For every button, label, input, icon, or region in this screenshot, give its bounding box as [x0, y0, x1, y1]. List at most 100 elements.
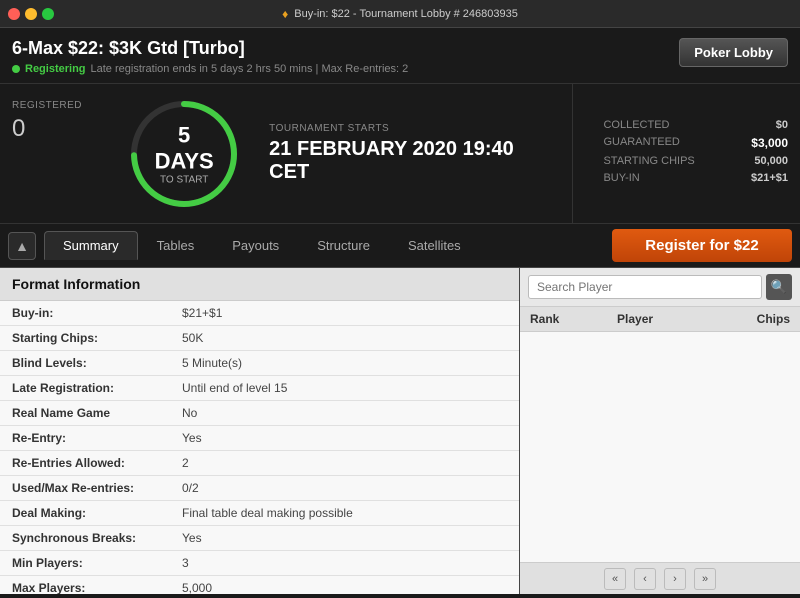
stat-guaranteed: GUARANTEED $3,000	[603, 136, 788, 150]
title-bar-text: Buy-in: $22 - Tournament Lobby # 2468039…	[294, 8, 518, 20]
tab-summary[interactable]: Summary	[44, 231, 138, 260]
format-info-table: Buy-in:$21+$1Starting Chips:50KBlind Lev…	[0, 301, 519, 594]
row-key: Synchronous Breaks:	[0, 526, 170, 551]
row-key: Real Name Game	[0, 401, 170, 426]
row-key: Min Players:	[0, 551, 170, 576]
header-status: Registering Late registration ends in 5 …	[12, 63, 408, 75]
stat-collected: COLLECTED $0	[603, 119, 788, 131]
first-page-button[interactable]: «	[604, 568, 626, 590]
row-value: Until end of level 15	[170, 376, 519, 401]
search-button[interactable]: 🔍	[766, 274, 792, 300]
row-key: Re-Entries Allowed:	[0, 451, 170, 476]
table-row: Synchronous Breaks:Yes	[0, 526, 519, 551]
timer-to-start: TO START	[155, 174, 214, 185]
row-key: Used/Max Re-entries:	[0, 476, 170, 501]
collected-value: $0	[776, 119, 788, 131]
last-page-button[interactable]: »	[694, 568, 716, 590]
poker-lobby-button[interactable]: Poker Lobby	[679, 38, 788, 67]
window-controls	[8, 8, 54, 20]
minimize-button[interactable]	[25, 8, 37, 20]
next-page-button[interactable]: ›	[664, 568, 686, 590]
stat-starting-chips: STARTING CHIPS 50,000	[603, 155, 788, 167]
row-key: Blind Levels:	[0, 351, 170, 376]
table-row: Buy-in:$21+$1	[0, 301, 519, 326]
guaranteed-value: $3,000	[751, 136, 788, 150]
register-button[interactable]: Register for $22	[612, 229, 792, 262]
row-value: 5 Minute(s)	[170, 351, 519, 376]
tournament-starts: TOURNAMENT STARTS 21 FEBRUARY 2020 19:40…	[269, 84, 552, 223]
search-input[interactable]	[528, 275, 762, 299]
timer-circle: 5 DAYS TO START	[129, 99, 239, 209]
row-key: Deal Making:	[0, 501, 170, 526]
right-panel: 🔍 Rank Player Chips « ‹ › »	[520, 268, 800, 594]
format-info-header: Format Information	[0, 268, 519, 301]
table-row: Re-Entry:Yes	[0, 426, 519, 451]
tab-satellites[interactable]: Satellites	[389, 231, 480, 260]
table-row: Blind Levels:5 Minute(s)	[0, 351, 519, 376]
tournament-starts-label: TOURNAMENT STARTS	[269, 123, 552, 134]
table-row: Re-Entries Allowed:2	[0, 451, 519, 476]
timer-days: 5 DAYS	[155, 122, 214, 174]
tab-structure[interactable]: Structure	[298, 231, 389, 260]
status-dot	[12, 65, 20, 73]
rank-column-header: Rank	[520, 307, 607, 332]
row-value: No	[170, 401, 519, 426]
row-value: Yes	[170, 526, 519, 551]
main-header: 6-Max $22: $3K Gtd [Turbo] Registering L…	[0, 28, 800, 84]
table-row: Starting Chips:50K	[0, 326, 519, 351]
tab-register-row: ▲ Summary Tables Payouts Structure Satel…	[0, 224, 800, 268]
row-value: 2	[170, 451, 519, 476]
row-key: Max Players:	[0, 576, 170, 595]
main-content: Format Information Buy-in:$21+$1Starting…	[0, 268, 800, 594]
collapse-button[interactable]: ▲	[8, 232, 36, 260]
prev-page-button[interactable]: ‹	[634, 568, 656, 590]
tournament-date: 21 FEBRUARY 2020 19:40 CET	[269, 138, 552, 184]
table-row: Late Registration:Until end of level 15	[0, 376, 519, 401]
table-row: Deal Making:Final table deal making poss…	[0, 501, 519, 526]
registered-label: REGISTERED	[12, 100, 129, 111]
table-row: Used/Max Re-entries:0/2	[0, 476, 519, 501]
search-bar: 🔍	[520, 268, 800, 307]
row-value: Yes	[170, 426, 519, 451]
player-list-area	[520, 332, 800, 562]
row-key: Starting Chips:	[0, 326, 170, 351]
timer-text: 5 DAYS TO START	[155, 122, 214, 185]
chips-column-header: Chips	[706, 307, 800, 332]
status-detail: Late registration ends in 5 days 2 hrs 5…	[91, 63, 409, 75]
tournament-info: REGISTERED 0 5 DAYS TO START TOURNAMENT …	[0, 84, 800, 224]
stat-buyin: BUY-IN $21+$1	[603, 172, 788, 184]
pagination-bar: « ‹ › »	[520, 562, 800, 594]
left-panel: Format Information Buy-in:$21+$1Starting…	[0, 268, 520, 594]
row-key: Late Registration:	[0, 376, 170, 401]
row-value: 3	[170, 551, 519, 576]
tab-payouts[interactable]: Payouts	[213, 231, 298, 260]
title-bar: ♦ Buy-in: $22 - Tournament Lobby # 24680…	[0, 0, 800, 28]
header-left: 6-Max $22: $3K Gtd [Turbo] Registering L…	[12, 38, 408, 75]
buyin-value: $21+$1	[751, 172, 788, 184]
timer-section: 5 DAYS TO START	[129, 84, 239, 223]
registered-section: REGISTERED 0	[12, 84, 129, 223]
player-column-header: Player	[607, 307, 706, 332]
registered-count: 0	[12, 115, 129, 143]
starting-chips-label: STARTING CHIPS	[603, 155, 694, 167]
status-label: Registering	[25, 63, 86, 75]
player-table: Rank Player Chips	[520, 307, 800, 332]
buyin-label: BUY-IN	[603, 172, 639, 184]
table-row: Min Players:3	[0, 551, 519, 576]
close-button[interactable]	[8, 8, 20, 20]
row-value: $21+$1	[170, 301, 519, 326]
table-row: Real Name GameNo	[0, 401, 519, 426]
tournament-name: 6-Max $22: $3K Gtd [Turbo]	[12, 38, 408, 59]
tab-tables[interactable]: Tables	[138, 231, 214, 260]
collected-label: COLLECTED	[603, 119, 669, 131]
maximize-button[interactable]	[42, 8, 54, 20]
title-bar-icon: ♦	[282, 7, 288, 21]
row-value: 50K	[170, 326, 519, 351]
row-value: 0/2	[170, 476, 519, 501]
row-value: Final table deal making possible	[170, 501, 519, 526]
table-row: Max Players:5,000	[0, 576, 519, 595]
starting-chips-value: 50,000	[754, 155, 788, 167]
row-value: 5,000	[170, 576, 519, 595]
stats-section: COLLECTED $0 GUARANTEED $3,000 STARTING …	[572, 84, 788, 223]
tabs: Summary Tables Payouts Structure Satelli…	[44, 231, 480, 260]
